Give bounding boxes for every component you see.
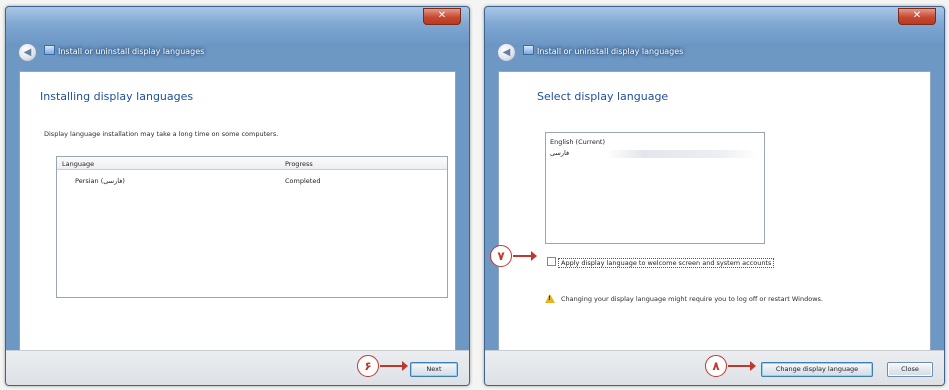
step-marker-6: ۶ <box>357 355 379 377</box>
wizard-footer: Next <box>6 350 469 385</box>
wizard-content: Select display language English (Current… <box>498 71 931 351</box>
installing-languages-window: ✕ ◀ Install or uninstall display languag… <box>5 6 470 386</box>
close-button[interactable]: Close <box>887 362 933 377</box>
back-button[interactable]: ◀ <box>18 43 37 62</box>
window-close-button[interactable]: ✕ <box>898 8 936 25</box>
display-language-list[interactable]: English (Current) فارسی <box>545 132 765 244</box>
breadcrumb: Install or uninstall display languages <box>523 45 683 59</box>
close-icon: ✕ <box>912 10 922 21</box>
progress-cell: Completed <box>285 177 321 185</box>
language-flag-icon <box>44 45 55 55</box>
back-button[interactable]: ◀ <box>497 43 516 62</box>
next-button[interactable]: Next <box>410 362 458 377</box>
wizard-content: Installing display languages Display lan… <box>19 71 456 351</box>
back-arrow-icon: ◀ <box>502 47 511 58</box>
marker-arrow <box>380 361 408 371</box>
table-header: Language Progress <box>57 157 447 170</box>
column-header-language[interactable]: Language <box>62 160 94 168</box>
column-header-progress[interactable]: Progress <box>285 160 313 168</box>
apply-checkbox[interactable] <box>547 257 556 266</box>
back-arrow-icon: ◀ <box>23 47 32 58</box>
title-bar[interactable] <box>6 7 469 47</box>
list-item[interactable]: فارسی <box>550 149 569 157</box>
step-marker-8: ۸ <box>705 355 727 377</box>
marker-arrow <box>728 361 756 371</box>
close-icon: ✕ <box>437 10 447 21</box>
warning-text: Changing your display language might req… <box>561 295 823 303</box>
marker-arrow <box>513 251 537 261</box>
language-cell: Persian (فارسی) <box>75 177 125 185</box>
apply-to-welcome-screen-option[interactable]: Apply display language to welcome screen… <box>547 257 775 268</box>
list-item[interactable]: English (Current) <box>550 138 605 146</box>
warning-icon: ! <box>545 294 555 303</box>
language-flag-icon <box>523 45 534 55</box>
page-title: Installing display languages <box>40 90 194 103</box>
breadcrumb: Install or uninstall display languages <box>44 45 204 59</box>
window-close-button[interactable]: ✕ <box>423 8 461 25</box>
select-language-window: ✕ ◀ Install or uninstall display languag… <box>484 6 945 386</box>
title-bar[interactable] <box>485 7 944 47</box>
step-marker-7: ۷ <box>490 245 512 267</box>
blurred-selection <box>606 150 756 158</box>
apply-checkbox-label: Apply display language to welcome screen… <box>557 258 775 268</box>
description-text: Display language installation may take a… <box>44 130 279 138</box>
language-progress-table[interactable]: Language Progress Persian (فارسی) Comple… <box>56 156 448 298</box>
change-display-language-button[interactable]: Change display language <box>761 362 873 377</box>
breadcrumb-title: Install or uninstall display languages <box>537 47 684 56</box>
breadcrumb-title: Install or uninstall display languages <box>58 47 205 56</box>
page-title: Select display language <box>537 90 669 103</box>
